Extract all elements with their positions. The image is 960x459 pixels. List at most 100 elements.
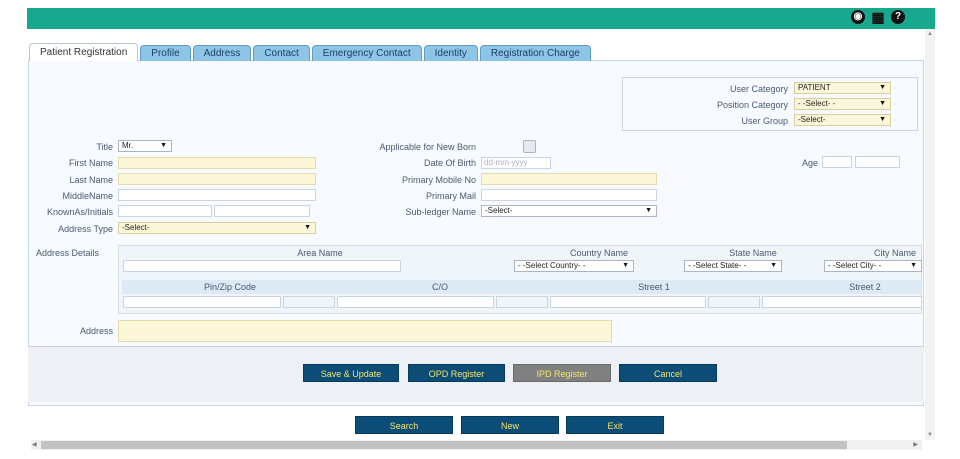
tab-strip: Patient Registration Profile Address Con… xyxy=(29,43,593,61)
newborn-label: Applicable for New Born xyxy=(379,142,476,152)
dob-placeholder: dd-mm-yyyy xyxy=(484,158,528,167)
new-button[interactable]: New xyxy=(461,416,559,434)
street2-field[interactable] xyxy=(762,296,922,308)
address-textarea[interactable] xyxy=(118,320,612,342)
city-select[interactable]: - -Select City- - ▼ xyxy=(824,260,922,272)
chevron-down-icon: ▼ xyxy=(910,262,917,269)
exit-button[interactable]: Exit xyxy=(566,416,664,434)
chevron-down-icon: ▼ xyxy=(879,100,886,107)
state-value: - -Select State- - xyxy=(688,261,747,270)
newborn-checkbox[interactable] xyxy=(523,140,536,153)
pin-field[interactable] xyxy=(123,296,281,308)
first-name-label: First Name xyxy=(68,158,113,168)
user-category-label: User Category xyxy=(729,84,788,94)
last-name-label: Last Name xyxy=(69,175,113,185)
grid-icon[interactable]: ▦ xyxy=(871,10,885,24)
user-group-label: User Group xyxy=(741,116,788,126)
state-name-header: State Name xyxy=(729,248,777,258)
city-name-header: City Name xyxy=(873,248,916,258)
user-category-value: PATIENT xyxy=(798,83,831,92)
position-category-value: - -Select- - xyxy=(798,99,836,108)
user-category-select[interactable]: PATIENT ▼ xyxy=(794,82,891,94)
chevron-down-icon: ▼ xyxy=(645,207,652,214)
age-years-field[interactable] xyxy=(822,156,852,168)
tab-contact[interactable]: Contact xyxy=(253,45,310,61)
country-select[interactable]: - -Select Country- - ▼ xyxy=(514,260,634,272)
age-months-field[interactable] xyxy=(855,156,900,168)
middle-name-label: MiddleName xyxy=(62,191,113,201)
subledger-label: Sub-ledger Name xyxy=(405,207,476,217)
ipd-register-button[interactable]: IPD Register xyxy=(513,364,611,382)
opd-register-button[interactable]: OPD Register xyxy=(408,364,505,382)
vertical-scrollbar[interactable]: ▲ ▼ xyxy=(925,29,935,440)
first-name-field[interactable] xyxy=(118,157,316,169)
pin-header: Pin/Zip Code xyxy=(203,282,257,292)
address-type-select[interactable]: -Select- ▼ xyxy=(118,222,316,234)
title-value: Mr. xyxy=(122,141,134,150)
city-value: - -Select City- - xyxy=(828,261,882,270)
age-label: Age xyxy=(801,158,818,168)
cancel-button[interactable]: Cancel xyxy=(619,364,717,382)
street1-field[interactable] xyxy=(550,296,706,308)
scroll-right-icon[interactable]: ▶ xyxy=(913,440,918,450)
title-label: Title xyxy=(96,142,113,152)
scroll-up-icon[interactable]: ▲ xyxy=(927,31,933,37)
initials-field[interactable] xyxy=(214,205,310,217)
last-name-field[interactable] xyxy=(118,173,316,185)
horizontal-scrollbar[interactable]: ◀ ▶ xyxy=(31,440,922,450)
help-icon[interactable]: ? xyxy=(891,10,905,24)
subledger-value: -Select- xyxy=(485,206,513,215)
tab-profile[interactable]: Profile xyxy=(140,45,191,61)
known-as-label: KnownAs/Initials xyxy=(46,207,113,217)
chevron-down-icon: ▼ xyxy=(879,84,886,91)
country-name-header: Country Name xyxy=(569,248,629,258)
known-as-field[interactable] xyxy=(118,205,212,217)
tab-identity[interactable]: Identity xyxy=(423,45,478,61)
middle-name-field[interactable] xyxy=(118,189,316,201)
address-type-label: Address Type xyxy=(58,224,113,234)
address-type-value: -Select- xyxy=(122,223,150,232)
co-field[interactable] xyxy=(337,296,494,308)
dob-label: Date Of Birth xyxy=(423,158,476,168)
header-icons: ◉ ▦ ? xyxy=(851,10,905,24)
area-name-header: Area Name xyxy=(297,248,343,258)
street1-extra-field[interactable] xyxy=(708,296,760,308)
country-value: - -Select Country- - xyxy=(518,261,586,270)
street1-header: Street 1 xyxy=(638,282,670,292)
app-header-bar: ◉ ▦ ? xyxy=(27,8,935,29)
mail-field[interactable] xyxy=(481,189,657,201)
address-details-label: Address Details xyxy=(36,248,100,258)
address-label: Address xyxy=(79,326,113,336)
scroll-left-icon[interactable]: ◀ xyxy=(32,440,37,450)
state-select[interactable]: - -Select State- - ▼ xyxy=(684,260,782,272)
position-category-label: Position Category xyxy=(716,100,788,110)
user-group-value: -Select- xyxy=(798,115,826,124)
chevron-down-icon: ▼ xyxy=(304,224,311,231)
tab-registration-charge[interactable]: Registration Charge xyxy=(479,45,591,61)
area-name-field[interactable] xyxy=(123,260,401,272)
scrollbar-thumb[interactable] xyxy=(41,441,847,449)
position-category-select[interactable]: - -Select- - ▼ xyxy=(794,98,891,110)
dob-field[interactable]: dd-mm-yyyy xyxy=(481,157,551,169)
search-button[interactable]: Search xyxy=(355,416,453,434)
pin-extra-field[interactable] xyxy=(283,296,335,308)
tab-patient-registration[interactable]: Patient Registration xyxy=(29,43,139,61)
settings-icon[interactable]: ◉ xyxy=(851,10,865,24)
subledger-select[interactable]: -Select- ▼ xyxy=(481,205,657,217)
save-update-button[interactable]: Save & Update xyxy=(303,364,399,382)
scroll-down-icon[interactable]: ▼ xyxy=(927,432,933,438)
chevron-down-icon: ▼ xyxy=(160,142,167,149)
mobile-label: Primary Mobile No xyxy=(401,175,476,185)
user-group-select[interactable]: -Select- ▼ xyxy=(794,114,891,126)
tab-emergency-contact[interactable]: Emergency Contact xyxy=(311,45,422,61)
co-extra-field[interactable] xyxy=(496,296,548,308)
mail-label: Primary Mail xyxy=(425,191,476,201)
chevron-down-icon: ▼ xyxy=(622,262,629,269)
tab-address[interactable]: Address xyxy=(192,45,252,61)
mobile-field[interactable] xyxy=(481,173,657,185)
chevron-down-icon: ▼ xyxy=(770,262,777,269)
co-header: C/O xyxy=(431,282,448,292)
title-select[interactable]: Mr. ▼ xyxy=(118,140,172,152)
street2-header: Street 2 xyxy=(849,282,881,292)
chevron-down-icon: ▼ xyxy=(879,116,886,123)
